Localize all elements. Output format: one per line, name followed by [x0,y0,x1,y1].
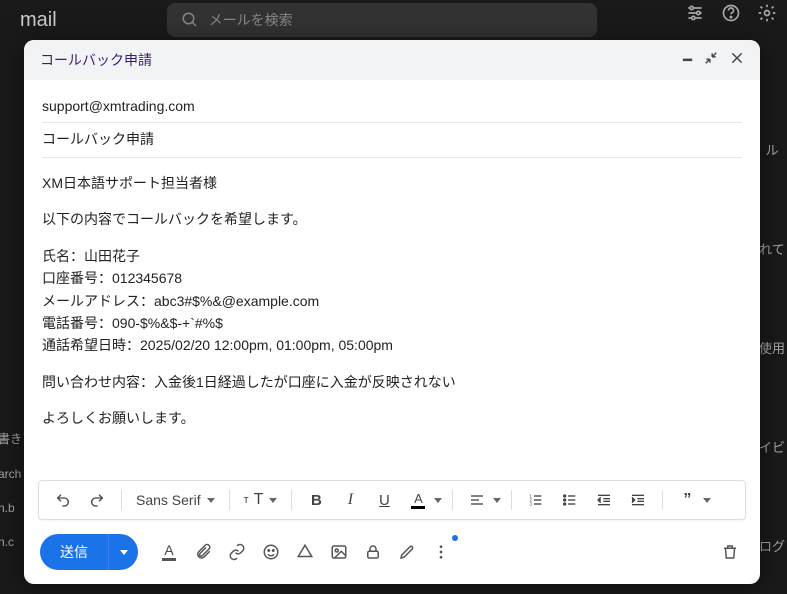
bg-text: arch [0,467,22,481]
bg-text: n.c [0,535,22,549]
body-greeting: XM日本語サポート担当者様 [42,172,742,194]
tune-icon[interactable] [685,3,705,23]
bulleted-list-button[interactable] [556,486,584,514]
search-icon [181,11,199,29]
insert-emoji-button[interactable] [256,537,286,567]
more-options-button[interactable] [426,537,456,567]
bg-text: イビ [759,437,785,456]
numbered-list-button[interactable]: 123 [522,486,550,514]
body-phone: 電話番号：090-$%&$-+`#%$ [42,312,742,334]
font-family-select[interactable]: Sans Serif [132,492,219,508]
bg-text: n.b [0,501,22,515]
help-icon[interactable] [721,3,741,23]
chevron-down-icon[interactable] [434,498,442,503]
close-icon[interactable] [730,51,744,69]
text-color-button[interactable]: A [404,486,432,514]
undo-button[interactable] [49,486,77,514]
indent-less-button[interactable] [590,486,618,514]
send-more-button[interactable] [108,534,138,570]
chevron-down-icon [207,498,215,503]
subject-field[interactable]: コールバック申請 [42,123,742,158]
body-email: メールアドレス：abc3#$%&@example.com [42,290,742,312]
chevron-down-icon[interactable] [703,498,711,503]
confidential-mode-button[interactable] [358,537,388,567]
quote-button[interactable]: ” [673,486,701,514]
underline-button[interactable]: U [370,486,398,514]
body-inquiry: 問い合わせ内容：入金後1日経過したが口座に入金が反映されない [42,371,742,393]
chevron-down-icon[interactable] [493,498,501,503]
attach-file-button[interactable] [188,537,218,567]
body-editor[interactable]: XM日本語サポート担当者様 以下の内容でコールバックを希望します。 氏名：山田花… [24,158,760,480]
minimize-icon[interactable]: ━ [683,51,692,69]
notification-dot-icon [452,535,458,541]
search-placeholder: メールを検索 [209,10,293,30]
body-name: 氏名：山田花子 [42,245,742,267]
align-button[interactable] [463,486,491,514]
send-button[interactable]: 送信 [40,534,108,570]
fullscreen-exit-icon[interactable] [704,51,718,69]
svg-text:3: 3 [530,501,533,506]
insert-link-button[interactable] [222,537,252,567]
formatting-toggle-button[interactable]: A [154,537,184,567]
redo-button[interactable] [83,486,111,514]
body-account: 口座番号：012345678 [42,267,742,289]
app-label: mail [20,9,57,32]
discard-draft-button[interactable] [716,538,744,566]
settings-icon[interactable] [757,3,777,23]
bg-text: 使用 [759,338,785,357]
chevron-down-icon [120,550,128,555]
insert-photo-button[interactable] [324,537,354,567]
insert-signature-button[interactable] [392,537,422,567]
bg-text: ル [765,140,778,159]
font-size-icon: т [244,494,249,506]
compose-window: コールバック申請 ━ support@xmtrading.com コールバック申… [24,40,760,584]
compose-footer: 送信 A [24,520,760,584]
to-field[interactable]: support@xmtrading.com [42,92,742,123]
bold-button[interactable]: B [302,486,330,514]
italic-button[interactable]: I [336,486,364,514]
search-input[interactable]: メールを検索 [167,3,597,37]
font-family-label: Sans Serif [136,492,201,508]
bg-text: 書き [0,430,22,447]
bg-text: ログ [759,536,785,555]
chevron-down-icon [269,498,277,503]
insert-drive-button[interactable] [290,537,320,567]
format-toolbar: Sans Serif тT B I U A 123 [38,480,746,520]
indent-more-button[interactable] [624,486,652,514]
window-titlebar: コールバック申請 ━ [24,40,760,80]
font-size-select[interactable]: тT [240,491,282,509]
body-intro: 以下の内容でコールバックを希望します。 [42,208,742,230]
body-closing: よろしくお願いします。 [42,407,742,429]
bg-text: れて [759,239,785,258]
window-title: コールバック申請 [40,50,152,70]
font-size-icon-large: T [254,491,264,509]
body-pref-time: 通話希望日時：2025/02/20 12:00pm, 01:00pm, 05:0… [42,334,742,356]
